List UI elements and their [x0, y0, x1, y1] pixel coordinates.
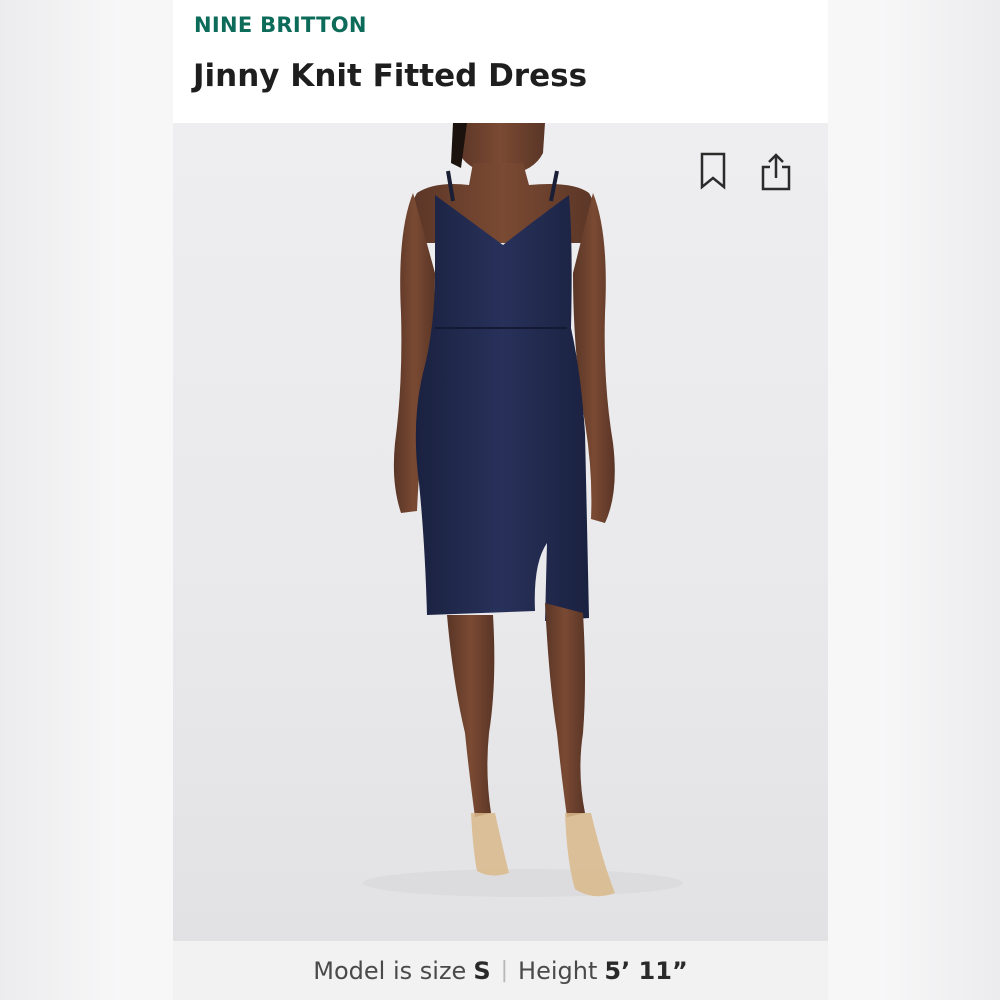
product-photo[interactable]: [173, 123, 828, 941]
product-header: NINE BRITTON Jinny Knit Fitted Dress: [173, 0, 828, 123]
model-height-label: Height: [518, 956, 598, 985]
share-button[interactable]: [760, 152, 800, 192]
product-card: NINE BRITTON Jinny Knit Fitted Dress Mod…: [173, 0, 828, 1000]
share-icon: [761, 153, 791, 191]
model-size-label: Model is size: [313, 956, 467, 985]
model-height-value: 5’ 11”: [604, 956, 688, 985]
model-illustration: [363, 123, 683, 897]
product-title: Jinny Knit Fitted Dress: [193, 58, 588, 94]
model-info-bar: Model is size S | Height 5’ 11”: [173, 941, 828, 1000]
brand-name[interactable]: NINE BRITTON: [194, 13, 367, 37]
bookmark-button[interactable]: [699, 152, 739, 192]
info-separator: |: [500, 958, 509, 983]
model-size-value: S: [473, 956, 491, 985]
bookmark-icon: [700, 152, 726, 190]
